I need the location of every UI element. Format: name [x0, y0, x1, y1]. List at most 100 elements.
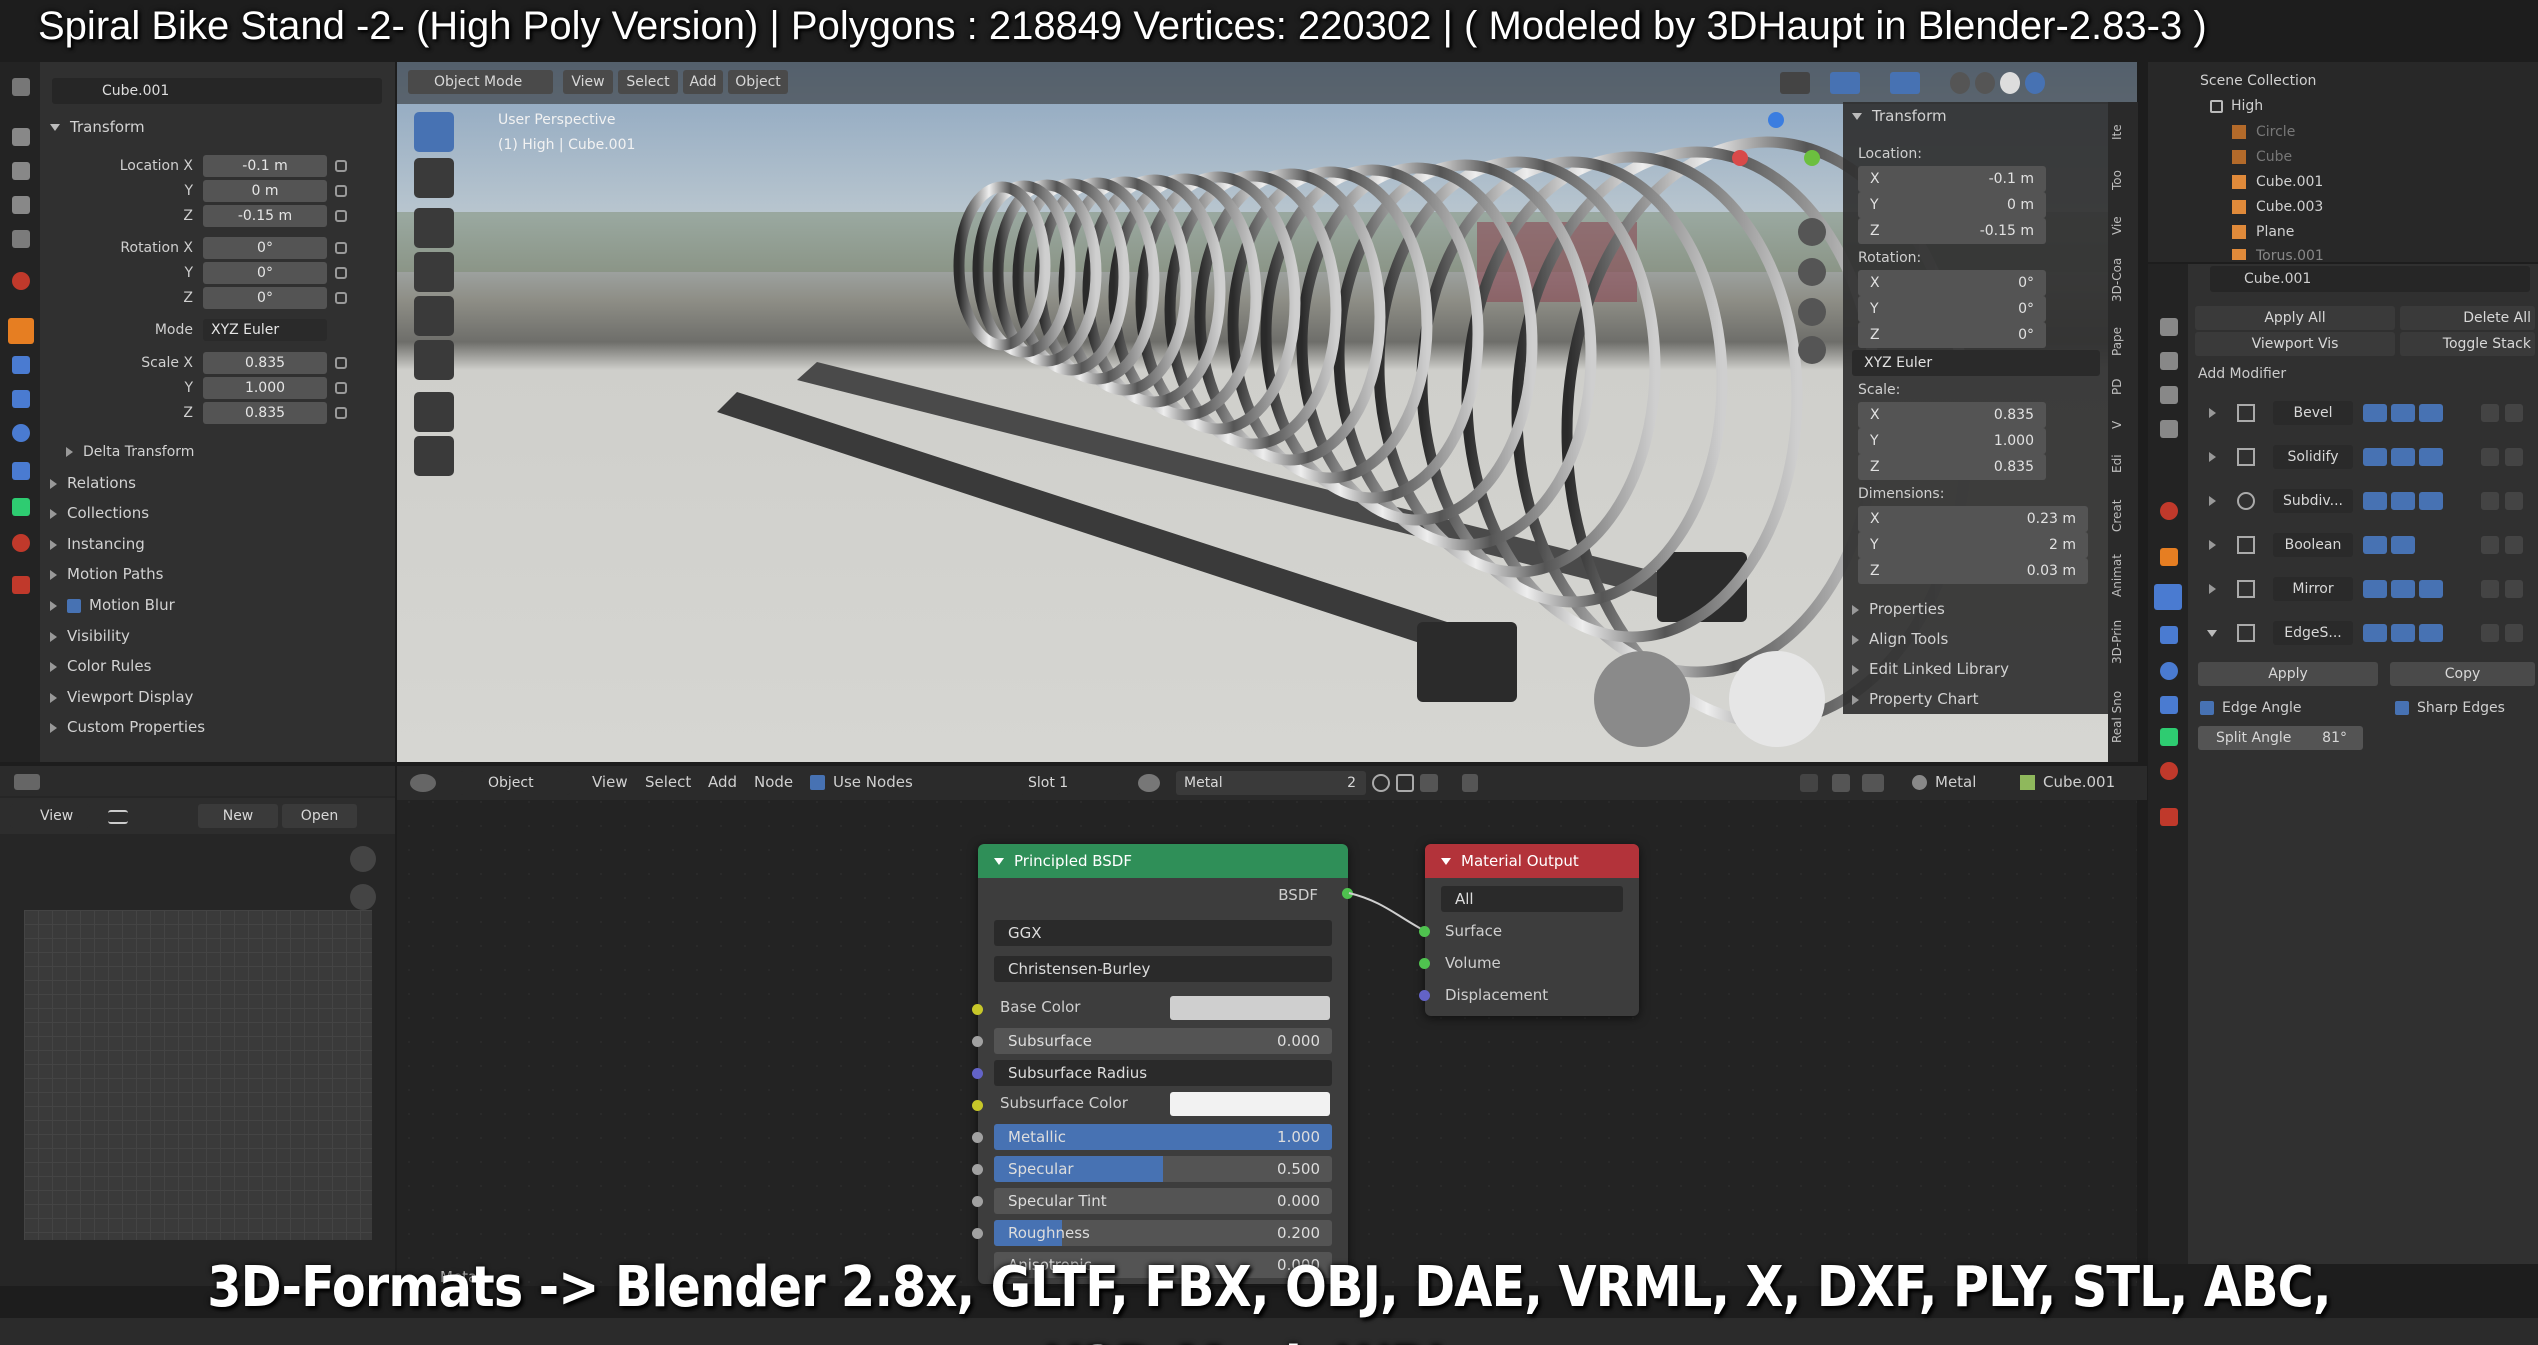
render-tab-icon[interactable] — [12, 128, 30, 146]
move-down-icon[interactable] — [2505, 492, 2523, 510]
lock-icon[interactable] — [335, 357, 347, 369]
output-tab-icon[interactable] — [2160, 352, 2178, 370]
principled-bsdf-header[interactable]: Principled BSDF — [978, 844, 1348, 878]
camera-icon[interactable] — [2363, 404, 2387, 422]
section-motion-blur[interactable]: Motion Blur — [50, 596, 175, 614]
section-visibility[interactable]: Visibility — [50, 627, 130, 645]
npanel-location-y[interactable]: Y 0 m — [1858, 192, 2046, 218]
lock-icon[interactable] — [335, 210, 347, 222]
checkbox-icon[interactable] — [810, 775, 825, 790]
monitor-icon[interactable] — [2391, 624, 2415, 642]
move-down-icon[interactable] — [2505, 448, 2523, 466]
view-layer-tab-icon[interactable] — [2160, 386, 2178, 404]
npanel-rotation-x[interactable]: X 0° — [1858, 270, 2046, 296]
shading-rendered-icon[interactable] — [2025, 72, 2045, 94]
object-mode-dropdown[interactable]: Object Mode — [408, 70, 553, 94]
modifier-name-field[interactable]: Mirror — [2273, 577, 2353, 601]
delete-all-button[interactable]: Delete All — [2400, 306, 2535, 330]
material-output-node[interactable]: Material Output All Surface Volume Displ… — [1425, 844, 1639, 1016]
checkbox-icon[interactable] — [2210, 99, 2223, 113]
editmode-icon[interactable] — [2419, 580, 2443, 598]
npanel-tab-edit[interactable]: Edi — [2110, 446, 2136, 482]
npanel-tab-paper[interactable]: Pape — [2110, 318, 2136, 364]
nav-gizmo-x-icon[interactable] — [1732, 150, 1748, 166]
distribution-dropdown[interactable]: GGX — [994, 920, 1332, 946]
modifier-object-field[interactable]: Cube.001 — [2210, 266, 2530, 292]
node-menu-node[interactable]: Node — [754, 773, 793, 791]
npanel-tab-item[interactable]: Ite — [2110, 112, 2136, 152]
node-menu-add[interactable]: Add — [708, 773, 737, 791]
npanel-tab-pd[interactable]: PD — [2110, 372, 2136, 402]
outliner-item-cube[interactable]: Cube — [2232, 149, 2292, 165]
editmode-icon[interactable] — [2419, 404, 2443, 422]
scene-tab-icon[interactable] — [2160, 420, 2178, 438]
edge-angle-checkbox[interactable]: Edge Angle — [2200, 700, 2302, 716]
displacement-socket[interactable] — [1419, 990, 1430, 1001]
modifier-edgesplit[interactable]: EdgeS... — [2195, 614, 2535, 652]
apply-button[interactable]: Apply — [2198, 662, 2378, 686]
modifier-name-field[interactable]: Boolean — [2273, 533, 2353, 557]
bsdf-row-subsurface[interactable]: Subsurface 0.000 — [994, 1028, 1332, 1054]
shading-material-icon[interactable] — [2000, 72, 2020, 94]
camera-view-icon[interactable] — [1798, 298, 1826, 326]
open-image-button[interactable]: Open — [282, 804, 357, 828]
data-tab-icon[interactable] — [2160, 728, 2178, 746]
scale-x-field[interactable]: 0.835 — [203, 352, 327, 374]
base-color-swatch[interactable] — [1170, 996, 1330, 1020]
npanel-location-x[interactable]: X -0.1 m — [1858, 166, 2046, 192]
npanel-edit-linked-library[interactable]: Edit Linked Library — [1852, 660, 2009, 678]
nav-gizmo-y-icon[interactable] — [1804, 150, 1820, 166]
move-up-icon[interactable] — [2481, 492, 2499, 510]
bsdf-row-specular[interactable]: Specular 0.500 — [994, 1156, 1332, 1182]
nav-gizmo-z-icon[interactable] — [1768, 112, 1784, 128]
object-tab-icon[interactable] — [2160, 548, 2178, 566]
snap-icon[interactable] — [1832, 774, 1850, 792]
principled-bsdf-node[interactable]: Principled BSDF BSDF GGX Christensen-Bur… — [978, 844, 1348, 1284]
output-tab-icon[interactable] — [12, 162, 30, 180]
modifier-name-field[interactable]: Solidify — [2273, 445, 2353, 469]
camera-icon[interactable] — [2363, 536, 2387, 554]
monitor-icon[interactable] — [2391, 404, 2415, 422]
material-name-field[interactable]: Metal 2 — [1176, 771, 1366, 795]
shading-wireframe-icon[interactable] — [1950, 72, 1970, 94]
tool-tab-icon[interactable] — [12, 78, 30, 96]
snap-target-icon[interactable] — [1862, 774, 1884, 792]
texture-tab-icon[interactable] — [12, 576, 30, 594]
lock-icon[interactable] — [335, 382, 347, 394]
location-y-field[interactable]: 0 m — [203, 180, 327, 202]
select-box-tool-icon[interactable] — [414, 112, 454, 152]
transform-tool-icon[interactable] — [414, 340, 454, 380]
split-angle-field[interactable]: Split Angle 81° — [2198, 726, 2363, 750]
xray-toggle-icon[interactable] — [1890, 72, 1920, 94]
editmode-icon[interactable] — [2419, 492, 2443, 510]
metallic-socket[interactable] — [972, 1132, 983, 1143]
view-layer-tab-icon[interactable] — [12, 196, 30, 214]
bsdf-output-socket[interactable] — [1342, 888, 1353, 899]
move-down-icon[interactable] — [2505, 404, 2523, 422]
measure-tool-icon[interactable] — [414, 436, 454, 476]
editmode-icon[interactable] — [2419, 448, 2443, 466]
fake-user-icon[interactable] — [1372, 774, 1390, 792]
npanel-tab-v[interactable]: V — [2110, 410, 2136, 440]
use-nodes-checkbox[interactable]: Use Nodes — [810, 773, 913, 791]
subsurface-radius-socket[interactable] — [972, 1068, 983, 1079]
modifier-solidify[interactable]: Solidify — [2195, 438, 2535, 476]
material-browse-icon[interactable] — [1138, 774, 1160, 792]
node-menu-view[interactable]: View — [592, 773, 628, 791]
constraints-tab-icon[interactable] — [12, 462, 30, 480]
section-viewport-display[interactable]: Viewport Display — [50, 688, 193, 706]
node-menu-select[interactable]: Select — [645, 773, 691, 791]
cursor-tool-icon[interactable] — [414, 158, 454, 198]
npanel-tab-realsnow[interactable]: Real Sno — [2110, 682, 2136, 752]
subsurface-color-socket[interactable] — [972, 1100, 983, 1111]
editor-type-icon[interactable] — [410, 774, 436, 792]
move-up-icon[interactable] — [2481, 404, 2499, 422]
viewport-menu-view[interactable]: View — [563, 70, 613, 94]
npanel-scale-y[interactable]: Y 1.000 — [1858, 428, 2046, 454]
render-target-dropdown[interactable]: All — [1441, 886, 1623, 912]
camera-icon[interactable] — [2363, 580, 2387, 598]
move-down-icon[interactable] — [2505, 624, 2523, 642]
object-name-field[interactable]: Cube.001 — [52, 78, 382, 104]
move-up-icon[interactable] — [2481, 580, 2499, 598]
monitor-icon[interactable] — [2391, 492, 2415, 510]
